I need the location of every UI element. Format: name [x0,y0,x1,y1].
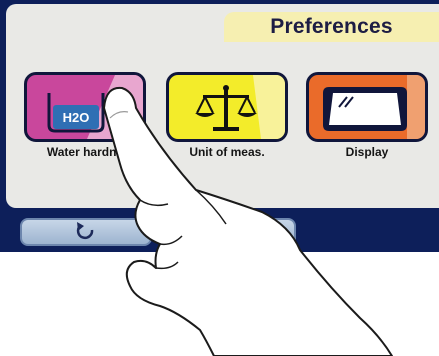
pointing-hand [103,86,393,356]
